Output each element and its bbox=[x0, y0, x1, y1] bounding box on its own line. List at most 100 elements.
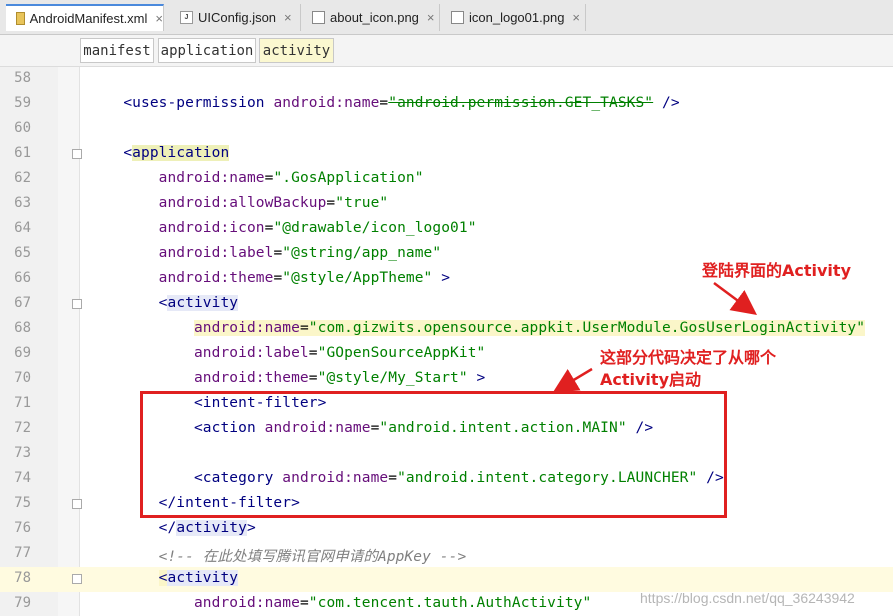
json-file-icon: J bbox=[180, 11, 193, 24]
code-token-a1: android:label bbox=[158, 245, 274, 261]
close-icon[interactable]: × bbox=[427, 10, 435, 25]
breadcrumb-manifest[interactable]: manifest bbox=[80, 38, 154, 63]
tab-label: AndroidManifest.xml bbox=[29, 11, 148, 26]
code-token-a1: android:allowBackup bbox=[158, 195, 327, 211]
code-line-64: 64 android:icon="@drawable/icon_logo01" bbox=[0, 217, 893, 242]
code-token-a1: android:name bbox=[193, 595, 300, 611]
line-number: 64 bbox=[14, 220, 31, 236]
code-token-t2: /> bbox=[653, 95, 680, 111]
code-token-p1: = bbox=[273, 270, 283, 286]
code-token-t2: activity bbox=[167, 570, 239, 586]
highlight-box bbox=[140, 391, 727, 518]
watermark: https://blog.csdn.net/qq_36243942 bbox=[640, 590, 855, 606]
code-token-v1: "@drawable/icon_logo01" bbox=[273, 220, 477, 236]
code-line-61: 61 <application bbox=[0, 142, 893, 167]
code-line-78: 78 <activity bbox=[0, 567, 893, 592]
code-token-a1: android:label bbox=[193, 345, 309, 361]
close-icon[interactable]: × bbox=[572, 10, 580, 25]
close-icon[interactable]: × bbox=[284, 10, 292, 25]
code-token-indent bbox=[88, 145, 123, 161]
code-token-indent bbox=[88, 245, 159, 261]
code-token-a1: android:name bbox=[158, 170, 265, 186]
code-token-indent bbox=[88, 295, 159, 311]
code-text: android:label="@string/app_name" bbox=[88, 245, 441, 261]
code-token-t3: > bbox=[246, 520, 256, 536]
image-file-icon bbox=[451, 11, 464, 24]
code-token-indent bbox=[88, 520, 159, 536]
line-number: 74 bbox=[14, 470, 31, 486]
annotation-launch-note-line2: Activity启动 bbox=[600, 370, 701, 389]
line-number: 63 bbox=[14, 195, 31, 211]
line-number: 77 bbox=[14, 545, 31, 561]
fold-toggle-icon[interactable] bbox=[72, 574, 82, 584]
code-token-t1: </ bbox=[158, 520, 177, 536]
breadcrumb-activity[interactable]: activity bbox=[259, 38, 334, 63]
line-number: 60 bbox=[14, 120, 31, 136]
code-token-a1: android:name bbox=[273, 95, 380, 111]
code-token-v1: "android.permission.GET_TASKS" bbox=[388, 95, 654, 111]
code-line-59: 59 <uses-permission android:name="androi… bbox=[0, 92, 893, 117]
fold-toggle-icon[interactable] bbox=[72, 499, 82, 509]
code-line-76: 76 </activity> bbox=[0, 517, 893, 542]
code-text: android:icon="@drawable/icon_logo01" bbox=[88, 220, 477, 236]
line-number: 73 bbox=[14, 445, 31, 461]
tab-label: icon_logo01.png bbox=[469, 10, 565, 25]
tab-androidmanifest-xml[interactable]: AndroidManifest.xml × bbox=[6, 4, 164, 31]
code-token-t2: activity bbox=[167, 295, 239, 311]
code-token-p1: = bbox=[308, 345, 318, 361]
code-text: <application bbox=[88, 145, 230, 161]
code-token-indent bbox=[88, 195, 159, 211]
code-token-a1: android:theme bbox=[158, 270, 274, 286]
code-token-t2: activity bbox=[176, 520, 247, 536]
image-file-icon bbox=[312, 11, 325, 24]
line-number: 76 bbox=[14, 520, 31, 536]
code-token-a1: android:theme bbox=[193, 370, 309, 386]
line-number: 58 bbox=[14, 70, 31, 86]
close-icon[interactable]: × bbox=[155, 11, 163, 26]
line-number: 65 bbox=[14, 245, 31, 261]
code-text: <activity bbox=[88, 570, 239, 586]
code-token-p1: = bbox=[299, 320, 309, 336]
code-token-indent bbox=[88, 170, 159, 186]
line-number: 69 bbox=[14, 345, 31, 361]
code-line-70: 70 android:theme="@style/My_Start" > bbox=[0, 367, 893, 392]
breadcrumb-application[interactable]: application bbox=[158, 38, 256, 63]
code-text: android:theme="@style/AppTheme" > bbox=[88, 270, 450, 286]
line-number: 59 bbox=[14, 95, 31, 111]
code-token-v1: ".GosApplication" bbox=[273, 170, 424, 186]
code-text: android:theme="@style/My_Start" > bbox=[88, 370, 485, 386]
line-number: 66 bbox=[14, 270, 31, 286]
code-line-77: 77 <!-- 在此处填写腾讯官网申请的AppKey --> bbox=[0, 542, 893, 567]
annotation-login-activity: 登陆界面的Activity bbox=[702, 261, 851, 280]
xml-breadcrumb-bar: manifest application activity bbox=[0, 35, 893, 67]
code-token-indent bbox=[88, 345, 194, 361]
tab-uiconfig-json[interactable]: J UIConfig.json × bbox=[170, 4, 301, 31]
line-number: 68 bbox=[14, 320, 31, 336]
code-text: android:label="GOpenSourceAppKit" bbox=[88, 345, 485, 361]
tab-label: about_icon.png bbox=[330, 10, 419, 25]
line-number: 70 bbox=[14, 370, 31, 386]
line-number: 61 bbox=[14, 145, 31, 161]
annotation-launch-note-line1: 这部分代码决定了从哪个 bbox=[600, 348, 777, 367]
code-line-60: 60 bbox=[0, 117, 893, 142]
line-number: 75 bbox=[14, 495, 31, 511]
code-text: </activity> bbox=[88, 520, 256, 536]
fold-toggle-icon[interactable] bbox=[72, 149, 82, 159]
code-token-a1: android:name bbox=[193, 320, 300, 336]
code-token-indent bbox=[88, 320, 194, 336]
code-token-t2: > bbox=[467, 370, 486, 386]
code-text: <uses-permission android:name="android.p… bbox=[88, 95, 680, 111]
line-number: 79 bbox=[14, 595, 31, 611]
tab-icon-logo01-png[interactable]: icon_logo01.png × bbox=[441, 4, 586, 31]
code-token-indent bbox=[88, 549, 159, 565]
code-token-p1: = bbox=[308, 370, 318, 386]
code-text: android:name=".GosApplication" bbox=[88, 170, 424, 186]
code-token-c1: <!-- 在此处填写腾讯官网申请的AppKey --> bbox=[158, 549, 467, 565]
editor-tab-bar: AndroidManifest.xml × J UIConfig.json × … bbox=[0, 0, 893, 35]
tab-about-icon-png[interactable]: about_icon.png × bbox=[302, 4, 440, 31]
code-token-v1: "true" bbox=[335, 195, 389, 211]
code-text: android:name="com.gizwits.opensource.app… bbox=[88, 320, 866, 336]
code-token-t2: > bbox=[432, 270, 451, 286]
xml-file-icon bbox=[16, 12, 25, 25]
fold-toggle-icon[interactable] bbox=[72, 299, 82, 309]
